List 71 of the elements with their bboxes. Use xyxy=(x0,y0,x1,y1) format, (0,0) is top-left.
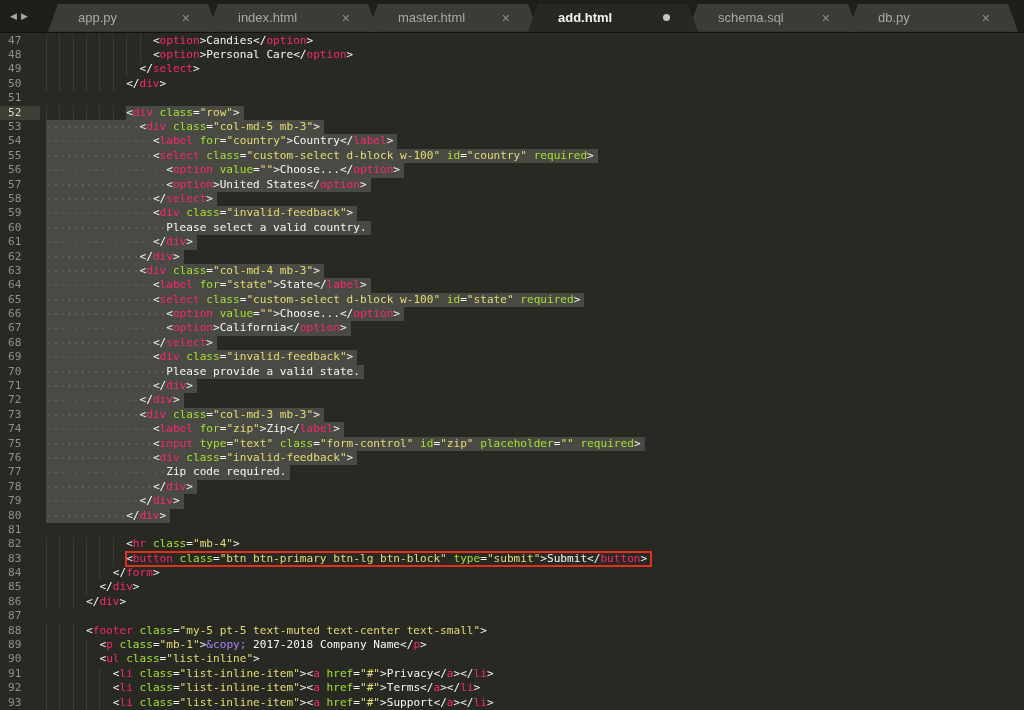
line-number: 82 xyxy=(7,537,23,552)
line-number: 87 xyxy=(7,609,23,624)
line-number: 53 xyxy=(7,120,23,135)
line-number: 88 xyxy=(7,623,23,639)
close-button[interactable]: × xyxy=(981,9,990,26)
line-number: 65 xyxy=(7,292,23,308)
line-number: 70 xyxy=(7,364,23,379)
line-number: 64 xyxy=(7,278,23,293)
line-number: 80 xyxy=(7,508,23,523)
scroll-left-button[interactable]: ◀ xyxy=(10,10,17,21)
line-number: 66 xyxy=(7,307,23,322)
code-line: </div> xyxy=(99,580,141,595)
code-line: <option>Personal Care</option> xyxy=(152,48,355,63)
tab[interactable]: db.py × xyxy=(848,3,1018,32)
line-number: 62 xyxy=(7,249,23,264)
line-number: 84 xyxy=(7,566,23,581)
code-line: <option>Candies</option> xyxy=(152,33,315,49)
line-number: 55 xyxy=(7,148,23,164)
line-number: 63 xyxy=(7,263,23,279)
line-number: 60 xyxy=(7,220,23,236)
line-number: 81 xyxy=(7,522,23,538)
line-number: 85 xyxy=(7,580,23,595)
line-number: 78 xyxy=(7,479,23,495)
line-number: 58 xyxy=(7,191,23,207)
line-number: 73 xyxy=(7,407,23,423)
close-button[interactable]: × xyxy=(341,9,350,26)
line-number: 91 xyxy=(7,666,23,682)
line-number: 86 xyxy=(7,594,23,610)
tab[interactable]: add.html xyxy=(528,3,698,32)
close-button[interactable]: × xyxy=(501,9,510,26)
line-number: 59 xyxy=(7,206,23,221)
line-number: 72 xyxy=(7,393,23,408)
line-number: 75 xyxy=(7,436,23,451)
line-number: 47 xyxy=(7,33,23,49)
code-line: <p class="mb-1">&copy; 2017-2018 Company Name</p> xyxy=(99,638,428,653)
code-line: <li class="list-inline-item"><a href="#">Support</a></li> xyxy=(112,695,495,710)
line-number: 74 xyxy=(7,422,23,437)
code-line: <li class="list-inline-item"><a href="#">Privacy</a></li> xyxy=(112,666,495,682)
close-button[interactable]: × xyxy=(821,9,830,26)
line-number: 93 xyxy=(7,695,23,710)
line-number: 48 xyxy=(7,48,23,63)
scroll-right-button[interactable]: ▶ xyxy=(20,10,28,21)
close-button[interactable]: × xyxy=(181,9,190,26)
line-number: 76 xyxy=(7,450,23,466)
highlighted-code-line: <button class="btn btn-primary btn-lg btn-block" type="submit">Submit</button> xyxy=(126,551,652,567)
line-number: 57 xyxy=(7,177,23,192)
line-number: 90 xyxy=(7,652,23,667)
line-number: 79 xyxy=(7,494,23,509)
code-line: </div> xyxy=(86,594,128,610)
line-number: 83 xyxy=(7,551,23,567)
line-number: 67 xyxy=(7,321,23,336)
line-number: 68 xyxy=(7,335,23,351)
line-number: 92 xyxy=(7,681,23,696)
line-number: 56 xyxy=(7,163,23,178)
line-number: 50 xyxy=(7,76,23,92)
code-line: </select> xyxy=(139,62,201,77)
code-line: <li class="list-inline-item"><a href="#">Terms</a></li> xyxy=(112,681,482,696)
line-number: 89 xyxy=(7,638,23,653)
code-line: </div> xyxy=(126,76,168,92)
line-number: 71 xyxy=(7,379,23,394)
line-number: 54 xyxy=(7,134,23,149)
line-number: 52 xyxy=(0,105,40,120)
code-line: <hr class="mb-4"> xyxy=(126,537,241,552)
code-line: <ul class="list-inline"> xyxy=(99,652,261,667)
line-number: 49 xyxy=(7,62,23,77)
line-number: 77 xyxy=(7,465,23,480)
code-line: <footer class="my-5 pt-5 text-muted text-center text-small"> xyxy=(86,623,488,639)
line-number: 61 xyxy=(7,235,23,250)
line-number: 51 xyxy=(7,91,23,106)
line-number: 69 xyxy=(7,350,23,365)
code-line: </form> xyxy=(112,566,161,581)
